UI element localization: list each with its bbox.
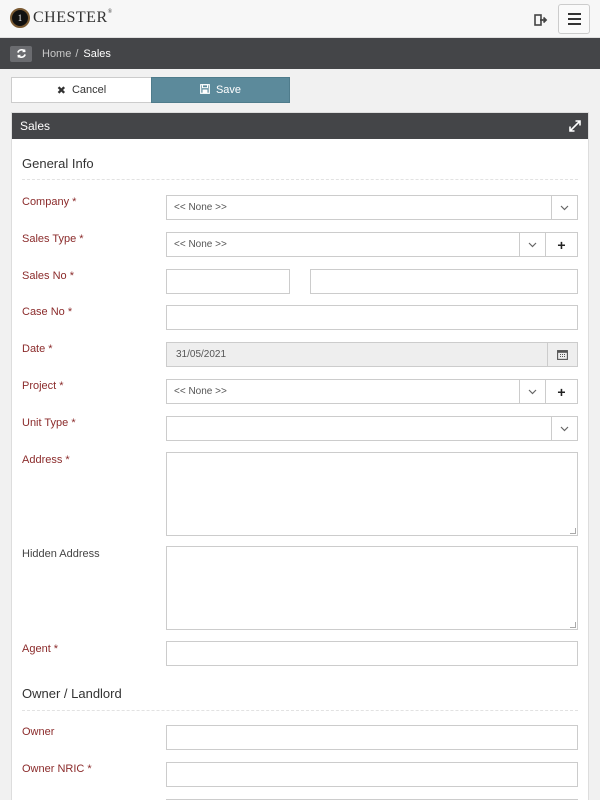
- save-label: Save: [215, 84, 242, 96]
- cancel-button[interactable]: ✖ Cancel: [11, 77, 151, 103]
- sales-no-label: Sales No *: [22, 270, 74, 282]
- cancel-label: Cancel: [71, 84, 107, 96]
- plus-icon: +: [557, 236, 566, 253]
- plus-icon: +: [557, 383, 566, 400]
- refresh-icon: [16, 48, 26, 59]
- sales-form-panel: Sales General Info Company * << None >> …: [11, 112, 589, 800]
- top-bar: 1 CHESTER®: [0, 0, 600, 38]
- logo-text: CHESTER®: [33, 9, 113, 26]
- owner-nric-label: Owner NRIC *: [22, 763, 92, 775]
- company-select-value: << None >>: [174, 202, 227, 213]
- hidden-address-textarea[interactable]: [166, 546, 578, 630]
- date-value: 31/05/2021: [176, 349, 227, 360]
- address-label: Address *: [22, 454, 70, 466]
- hamburger-menu-button[interactable]: [558, 4, 590, 34]
- resize-handle-icon[interactable]: [570, 622, 576, 628]
- agent-input[interactable]: [166, 641, 578, 666]
- date-label: Date *: [22, 343, 53, 355]
- sales-type-select-value: << None >>: [174, 239, 227, 250]
- unit-type-select[interactable]: [166, 416, 578, 441]
- chevron-down-icon: [519, 233, 545, 256]
- app-logo[interactable]: 1 CHESTER®: [10, 8, 113, 28]
- case-no-input[interactable]: [166, 305, 578, 330]
- panel-header: Sales: [12, 113, 588, 139]
- sales-type-select[interactable]: << None >>: [166, 232, 546, 257]
- sales-type-label: Sales Type *: [22, 233, 84, 245]
- project-select[interactable]: << None >>: [166, 379, 546, 404]
- company-label: Company *: [22, 196, 77, 208]
- hamburger-icon: [567, 13, 581, 15]
- sales-no-input[interactable]: [310, 269, 578, 294]
- section-title-owner-landlord: Owner / Landlord: [22, 686, 122, 701]
- close-icon: ✖: [56, 84, 66, 97]
- expand-icon[interactable]: [569, 120, 581, 132]
- calendar-icon[interactable]: [547, 343, 577, 366]
- save-button[interactable]: Save: [151, 77, 290, 103]
- add-project-button[interactable]: +: [546, 379, 578, 404]
- chevron-down-icon: [519, 380, 545, 403]
- resize-handle-icon[interactable]: [570, 528, 576, 534]
- panel-title: Sales: [20, 119, 51, 133]
- hidden-address-label: Hidden Address: [22, 548, 100, 560]
- breadcrumb-home-link[interactable]: Home: [42, 48, 71, 60]
- chevron-down-icon: [551, 196, 577, 219]
- floppy-disk-icon: [200, 83, 210, 97]
- unit-type-label: Unit Type *: [22, 417, 76, 429]
- agent-label: Agent *: [22, 643, 59, 655]
- sign-out-icon[interactable]: [534, 13, 548, 27]
- project-label: Project *: [22, 380, 64, 392]
- chevron-down-icon: [551, 417, 577, 440]
- case-no-label: Case No *: [22, 306, 73, 318]
- section-divider: [22, 710, 578, 711]
- section-title-general-info: General Info: [22, 156, 94, 171]
- sales-no-prefix-input[interactable]: [166, 269, 290, 294]
- section-divider: [22, 179, 578, 180]
- breadcrumb-current: Sales: [83, 47, 111, 60]
- refresh-button[interactable]: [10, 45, 32, 62]
- owner-label: Owner: [22, 726, 55, 738]
- company-select[interactable]: << None >>: [166, 195, 578, 220]
- owner-input[interactable]: [166, 725, 578, 750]
- logo-mark: 1: [10, 8, 30, 28]
- breadcrumb-separator: /: [75, 47, 79, 60]
- address-textarea[interactable]: [166, 452, 578, 536]
- owner-nric-input[interactable]: [166, 762, 578, 787]
- project-select-value: << None >>: [174, 386, 227, 397]
- breadcrumb: Home / Sales: [0, 38, 600, 69]
- add-sales-type-button[interactable]: +: [546, 232, 578, 257]
- date-input[interactable]: 31/05/2021: [166, 342, 578, 367]
